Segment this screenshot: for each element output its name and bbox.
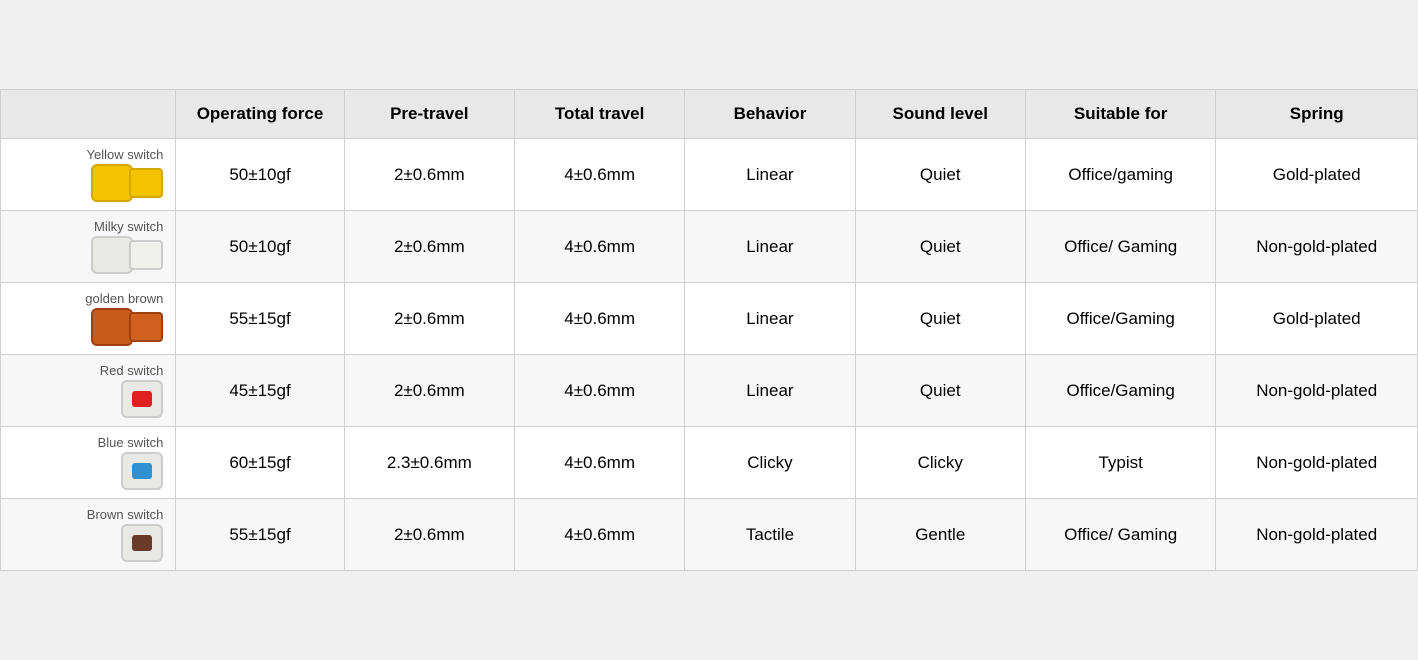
table-row: Blue switch 60±15gf 2.3±0.6mm 4±0.6mm Cl…	[1, 427, 1418, 499]
switch-cell: Brown switch	[1, 499, 176, 571]
behavior: Linear	[685, 283, 855, 355]
pre-travel: 2±0.6mm	[344, 211, 514, 283]
header-totaltravel: Total travel	[514, 90, 684, 139]
total-travel: 4±0.6mm	[514, 427, 684, 499]
table-row: Red switch 45±15gf 2±0.6mm 4±0.6mm Linea…	[1, 355, 1418, 427]
total-travel: 4±0.6mm	[514, 211, 684, 283]
header-sound: Sound level	[855, 90, 1025, 139]
sound-level: Clicky	[855, 427, 1025, 499]
switch-cell: Red switch	[1, 355, 176, 427]
header-behavior: Behavior	[685, 90, 855, 139]
spring-type: Non-gold-plated	[1216, 499, 1418, 571]
switch-name: Yellow switch	[13, 147, 163, 162]
total-travel: 4±0.6mm	[514, 355, 684, 427]
sound-level: Quiet	[855, 283, 1025, 355]
total-travel: 4±0.6mm	[514, 499, 684, 571]
op-force: 60±15gf	[176, 427, 344, 499]
sound-level: Quiet	[855, 355, 1025, 427]
switch-name: Red switch	[13, 363, 163, 378]
table-row: golden brown 55±15gf 2±0.6mm 4±0.6mm Lin…	[1, 283, 1418, 355]
op-force: 45±15gf	[176, 355, 344, 427]
total-travel: 4±0.6mm	[514, 283, 684, 355]
spring-type: Non-gold-plated	[1216, 355, 1418, 427]
pre-travel: 2.3±0.6mm	[344, 427, 514, 499]
suitable-for: Typist	[1025, 427, 1215, 499]
suitable-for: Office/Gaming	[1025, 355, 1215, 427]
op-force: 55±15gf	[176, 283, 344, 355]
switch-comparison-table: Operating force Pre-travel Total travel …	[0, 89, 1418, 571]
switch-name: Brown switch	[13, 507, 163, 522]
switch-cell: golden brown	[1, 283, 176, 355]
header-suitable: Suitable for	[1025, 90, 1215, 139]
total-travel: 4±0.6mm	[514, 139, 684, 211]
switch-cell: Milky switch	[1, 211, 176, 283]
sound-level: Gentle	[855, 499, 1025, 571]
switch-cell: Yellow switch	[1, 139, 176, 211]
op-force: 50±10gf	[176, 211, 344, 283]
table-row: Milky switch 50±10gf 2±0.6mm 4±0.6mm Lin…	[1, 211, 1418, 283]
pre-travel: 2±0.6mm	[344, 283, 514, 355]
behavior: Linear	[685, 355, 855, 427]
pre-travel: 2±0.6mm	[344, 355, 514, 427]
behavior: Linear	[685, 139, 855, 211]
header-opforce: Operating force	[176, 90, 344, 139]
op-force: 50±10gf	[176, 139, 344, 211]
behavior: Linear	[685, 211, 855, 283]
spring-type: Gold-plated	[1216, 283, 1418, 355]
header-spring: Spring	[1216, 90, 1418, 139]
spring-type: Non-gold-plated	[1216, 211, 1418, 283]
table-wrapper: Operating force Pre-travel Total travel …	[0, 89, 1418, 571]
behavior: Clicky	[685, 427, 855, 499]
sound-level: Quiet	[855, 139, 1025, 211]
suitable-for: Office/gaming	[1025, 139, 1215, 211]
pre-travel: 2±0.6mm	[344, 139, 514, 211]
spring-type: Gold-plated	[1216, 139, 1418, 211]
spring-type: Non-gold-plated	[1216, 427, 1418, 499]
sound-level: Quiet	[855, 211, 1025, 283]
suitable-for: Office/ Gaming	[1025, 499, 1215, 571]
op-force: 55±15gf	[176, 499, 344, 571]
table-row: Yellow switch 50±10gf 2±0.6mm 4±0.6mm Li…	[1, 139, 1418, 211]
suitable-for: Office/ Gaming	[1025, 211, 1215, 283]
switch-name: golden brown	[13, 291, 163, 306]
header-switch	[1, 90, 176, 139]
switch-name: Milky switch	[13, 219, 163, 234]
behavior: Tactile	[685, 499, 855, 571]
suitable-for: Office/Gaming	[1025, 283, 1215, 355]
pre-travel: 2±0.6mm	[344, 499, 514, 571]
switch-cell: Blue switch	[1, 427, 176, 499]
header-pretravel: Pre-travel	[344, 90, 514, 139]
table-row: Brown switch 55±15gf 2±0.6mm 4±0.6mm Tac…	[1, 499, 1418, 571]
switch-name: Blue switch	[13, 435, 163, 450]
